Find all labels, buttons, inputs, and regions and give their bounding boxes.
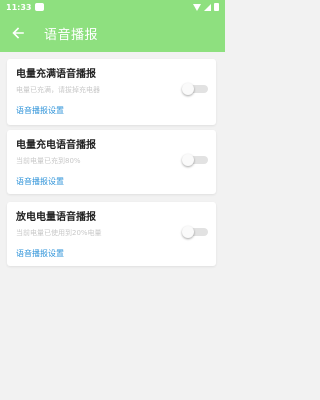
signal-icon: [204, 3, 211, 11]
card-title: 放电电量语音播报: [16, 212, 96, 223]
battery-icon: [214, 3, 219, 11]
status-bar: 11:33: [0, 0, 225, 14]
card-description: 当前电量已使用到20%电量: [16, 229, 102, 237]
notification-icon: [35, 3, 45, 11]
card-description: 当前电量已充到80%: [16, 157, 81, 165]
card-discharge: 放电电量语音播报 当前电量已使用到20%电量 语音播报设置: [7, 202, 216, 266]
discharge-toggle[interactable]: [182, 226, 208, 238]
app-toolbar: 语音播报: [0, 14, 225, 52]
voice-settings-link[interactable]: 语音播报设置: [16, 248, 64, 259]
back-button[interactable]: [10, 25, 26, 41]
toggle-thumb: [182, 226, 194, 238]
page-title: 语音播报: [44, 27, 99, 43]
voice-settings-link[interactable]: 语音播报设置: [16, 176, 64, 187]
full-charge-toggle[interactable]: [182, 83, 208, 95]
card-title: 电量充电语音播报: [16, 140, 96, 151]
arrow-left-icon: [12, 27, 24, 39]
card-full-charge: 电量充满语音播报 电量已充满，请拔掉充电器 语音播报设置: [7, 59, 216, 125]
status-icons: [193, 3, 219, 11]
wifi-icon: [193, 3, 201, 11]
toggle-thumb: [182, 154, 194, 166]
toggle-thumb: [182, 83, 194, 95]
status-time: 11:33: [6, 2, 32, 12]
voice-settings-link[interactable]: 语音播报设置: [16, 105, 64, 116]
charging-toggle[interactable]: [182, 154, 208, 166]
card-title: 电量充满语音播报: [16, 69, 96, 80]
card-charging: 电量充电语音播报 当前电量已充到80% 语音播报设置: [7, 130, 216, 194]
card-description: 电量已充满，请拔掉充电器: [16, 86, 100, 94]
